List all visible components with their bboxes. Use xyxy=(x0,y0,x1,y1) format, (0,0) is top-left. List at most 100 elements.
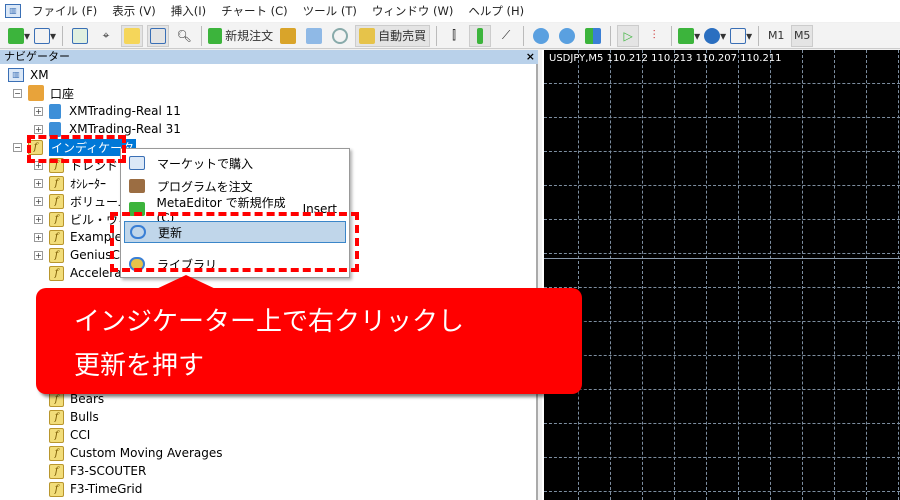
indicator-folder-icon: f xyxy=(49,229,64,245)
callout-line2: 更新を押す xyxy=(74,351,205,381)
navigator-close-button[interactable]: × xyxy=(526,50,535,64)
tree-indicator[interactable]: f F3-TimeGrid xyxy=(49,480,142,498)
instruction-callout: インジケーター上で右クリックし 更新を押す xyxy=(36,288,582,394)
expand-icon[interactable]: + xyxy=(34,250,43,260)
grid-line xyxy=(544,117,900,118)
grid-line xyxy=(544,457,900,458)
expand-icon[interactable]: + xyxy=(34,214,43,224)
new-chart-button[interactable]: ▾ xyxy=(8,25,30,47)
terminal-icon xyxy=(150,27,167,44)
grid-line xyxy=(544,491,900,492)
auto-trade-button[interactable]: 自動売買 xyxy=(355,24,431,47)
tree-label: XMTrading-Real 31 xyxy=(69,122,181,136)
tree-indicator[interactable]: f F3-SCOUTER xyxy=(49,462,146,480)
vps-button[interactable] xyxy=(303,25,325,47)
expand-icon[interactable]: + xyxy=(34,196,43,206)
magnifier-icon: 🔍︎ xyxy=(176,28,192,43)
auto-trade-label: 自動売買 xyxy=(378,29,427,43)
grid-line xyxy=(544,321,900,322)
tree-label: 口座 xyxy=(50,86,75,101)
menu-item-label: プログラムを注文 xyxy=(157,179,253,194)
grid-line xyxy=(544,185,900,186)
cloud-icon xyxy=(306,27,323,44)
tile-icon xyxy=(585,27,602,44)
tree-indicator[interactable]: f Custom Moving Averages xyxy=(49,444,222,462)
expand-icon[interactable]: + xyxy=(34,124,43,134)
account-icon xyxy=(49,103,61,119)
indicator-icon: f xyxy=(49,463,64,479)
autoscroll-button[interactable]: ▷ xyxy=(617,24,640,47)
bar-chart-button[interactable]: ⫿ xyxy=(443,25,465,47)
separator xyxy=(610,25,612,46)
candlestick-button[interactable] xyxy=(469,24,492,47)
tree-account[interactable]: + XMTrading-Real 11 xyxy=(34,102,181,120)
metaeditor-button[interactable] xyxy=(277,25,299,47)
new-order-label: 新規注文 xyxy=(225,29,274,43)
toolbar: ▾ ▾ ⌖ 🔍︎ 新規注文 自動売買 ⫿ ⟋ ▷ ⫶ ▾ ▾ ▾ M1 M5 xyxy=(0,23,900,49)
book-icon xyxy=(280,27,297,44)
indicator-folder-icon: f xyxy=(49,193,64,209)
tree-label: XM xyxy=(30,68,49,82)
tester-button[interactable]: 🔍︎ xyxy=(173,25,195,47)
separator xyxy=(758,25,760,46)
separator xyxy=(62,25,64,46)
menu-file[interactable]: ファイル (F) xyxy=(29,3,109,19)
xm-icon: ▥ xyxy=(8,68,24,82)
tree-accounts[interactable]: − 口座 xyxy=(13,84,74,102)
tree-root[interactable]: ▥ XM xyxy=(8,66,49,84)
line-chart-button[interactable]: ⟋ xyxy=(495,25,517,47)
crosshair-button[interactable]: ⌖ xyxy=(95,25,117,47)
grid-line xyxy=(544,253,900,254)
tree-folder[interactable]: + f ｵｼﾚｰﾀｰ xyxy=(34,174,106,192)
menu-chart[interactable]: チャート (C) xyxy=(218,3,300,19)
menu-item-buy-market[interactable]: マーケットで購入 xyxy=(121,152,349,174)
expand-icon[interactable]: + xyxy=(34,178,43,188)
separator xyxy=(436,25,438,46)
menu-tools[interactable]: ツール (T) xyxy=(300,3,369,19)
navigator-icon xyxy=(124,27,141,44)
menu-view[interactable]: 表示 (V) xyxy=(109,3,168,19)
market-watch-button[interactable] xyxy=(69,25,91,47)
expand-icon[interactable]: + xyxy=(34,106,43,116)
menu-insert[interactable]: 挿入(I) xyxy=(168,3,218,19)
collapse-icon[interactable]: − xyxy=(13,88,22,98)
autoscroll-icon: ▷ xyxy=(623,28,633,43)
market-icon xyxy=(129,156,145,170)
new-order-button[interactable]: 新規注文 xyxy=(208,25,273,47)
separator xyxy=(671,25,673,46)
zoom-in-icon xyxy=(533,27,550,44)
new-order-icon xyxy=(208,27,223,44)
accounts-icon xyxy=(28,85,44,101)
profiles-button[interactable]: ▾ xyxy=(34,25,56,47)
timeframe-m5[interactable]: M5 xyxy=(791,24,814,47)
tree-indicator[interactable]: f CCI xyxy=(49,426,90,444)
tree-label: CCI xyxy=(70,428,91,442)
tree-label: Bulls xyxy=(70,410,99,424)
expand-icon[interactable]: + xyxy=(34,232,43,242)
chart-shift-button[interactable]: ⫶ xyxy=(643,25,665,47)
navigator-header: ナビゲーター × xyxy=(0,50,538,64)
grid-line xyxy=(544,287,900,288)
tree-folder[interactable]: + f ボリューム xyxy=(34,192,130,210)
separator xyxy=(201,25,203,46)
grid-line xyxy=(544,355,900,356)
menu-help[interactable]: ヘルプ (H) xyxy=(465,3,536,19)
timeframe-m1[interactable]: M1 xyxy=(765,25,787,47)
clock-icon xyxy=(704,27,721,44)
tree-indicator[interactable]: f Bulls xyxy=(49,408,99,426)
templates-button[interactable]: ▾ xyxy=(730,25,752,47)
indicators-button[interactable]: ▾ xyxy=(678,25,700,47)
zoom-in-button[interactable] xyxy=(530,25,552,47)
tile-windows-button[interactable] xyxy=(582,25,604,47)
zoom-out-button[interactable] xyxy=(556,25,578,47)
terminal-button[interactable] xyxy=(147,24,170,47)
menu-window[interactable]: ウィンドウ (W) xyxy=(369,3,466,19)
navigator-button[interactable] xyxy=(121,24,144,47)
periods-button[interactable]: ▾ xyxy=(704,25,726,47)
signals-button[interactable] xyxy=(329,25,351,47)
profiles-icon xyxy=(34,27,51,44)
collapse-icon[interactable]: − xyxy=(13,142,22,152)
app-icon: ▥ xyxy=(5,4,21,18)
signal-icon xyxy=(332,27,349,44)
chart-window[interactable]: USDJPY,M5 110.212 110.213 110.207 110.21… xyxy=(542,50,900,500)
